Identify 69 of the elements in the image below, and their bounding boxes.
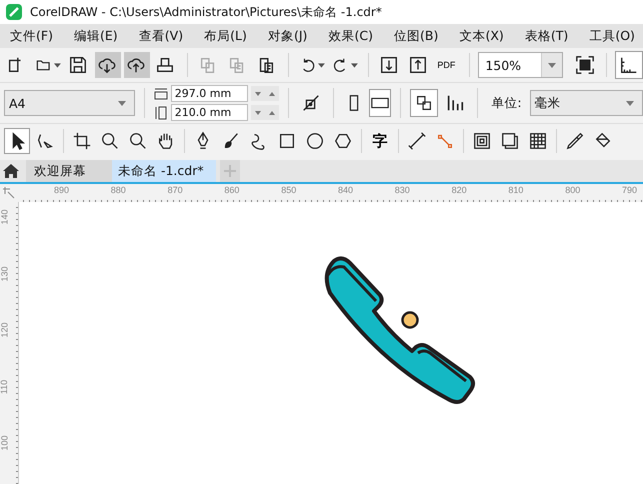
unit-label: 单位:: [491, 94, 522, 112]
dimension-icon: [407, 131, 427, 151]
ruler-label: 820: [452, 185, 467, 195]
ruler-icon[interactable]: [615, 51, 643, 79]
document-tab[interactable]: 未命名 -1.cdr*: [112, 160, 216, 182]
caret-icon: [351, 62, 358, 68]
menu-item[interactable]: 编辑(E): [74, 28, 118, 44]
caret-icon: [548, 62, 556, 68]
page-size-combo[interactable]: A4: [4, 90, 135, 116]
hexagon-icon: [333, 131, 353, 151]
ruler-label: 110: [0, 379, 10, 394]
ruler-label: 880: [110, 185, 126, 195]
rectangle-icon: [277, 131, 297, 151]
zoom-icon: [100, 131, 120, 151]
landscape-button[interactable]: [368, 89, 392, 117]
ruler-label: 830: [394, 185, 410, 195]
menu-item[interactable]: 布局(L): [204, 28, 247, 44]
menu-item[interactable]: 文本(X): [459, 28, 504, 44]
caret-icon: [54, 62, 62, 68]
ruler-label: 100: [0, 435, 10, 451]
export-icon: [408, 55, 428, 75]
ruler-label: 130: [0, 266, 10, 282]
ruler-label: 120: [0, 322, 10, 338]
pdf-button[interactable]: PDF: [435, 52, 462, 78]
ruler-label: 850: [281, 185, 296, 195]
menu-item[interactable]: 查看(V): [138, 28, 184, 44]
contour-icon: [472, 131, 492, 151]
cloud-download-button[interactable]: [95, 52, 122, 78]
window-title: CorelDRAW - C:\Users\Administrator\Pictures\未命名 -1.cdr*: [30, 4, 382, 20]
print-icon: [155, 55, 176, 75]
zoom-icon: [128, 131, 148, 151]
plus-icon: [222, 164, 237, 178]
menu-item[interactable]: 表格(T): [524, 28, 568, 44]
zoom-combo[interactable]: 150%: [478, 52, 563, 78]
ruler-label: 800: [565, 185, 580, 195]
all-pages-icon[interactable]: [410, 89, 438, 117]
ruler-label: 810: [508, 185, 524, 195]
pointer-tool[interactable]: [4, 128, 30, 154]
ruler-label: 140: [0, 209, 10, 225]
ruler-label: 860: [224, 185, 240, 195]
ruler-label: 840: [338, 185, 354, 195]
spinner-arrows-icon[interactable]: [250, 105, 279, 120]
height-icon: [154, 106, 168, 120]
drop-shadow-icon: [500, 131, 520, 151]
caret-icon: [118, 100, 126, 106]
ruler-label: 890: [54, 185, 70, 195]
text-tool[interactable]: 字: [367, 128, 393, 154]
caret-icon: [318, 62, 326, 68]
app-logo-icon: [6, 4, 22, 20]
crop-icon: [72, 131, 92, 151]
caret-icon: [626, 100, 634, 106]
checker-icon: [528, 131, 548, 151]
menu-item[interactable]: 效果(C): [328, 28, 373, 44]
width-icon: [154, 86, 168, 100]
import-icon: [379, 55, 400, 75]
menu-item[interactable]: 文件(F): [10, 28, 53, 44]
menu-item[interactable]: 对象(J): [268, 28, 308, 44]
unit-combo[interactable]: 毫米: [530, 90, 643, 116]
ruler-label: 870: [168, 185, 183, 195]
menu-item[interactable]: 工具(O): [589, 28, 635, 44]
ruler-label: 790: [622, 185, 638, 195]
height-field[interactable]: 210.0 mm: [170, 104, 248, 121]
width-field[interactable]: 297.0 mm: [170, 85, 248, 102]
cloud-upload-button[interactable]: [124, 52, 150, 78]
eyedropper-icon: [565, 131, 585, 151]
document-tab[interactable]: 欢迎屏幕: [26, 160, 112, 182]
save-icon: [68, 55, 88, 75]
menu-item[interactable]: 位图(B): [394, 28, 438, 44]
spinner-arrows-icon[interactable]: [250, 86, 279, 101]
